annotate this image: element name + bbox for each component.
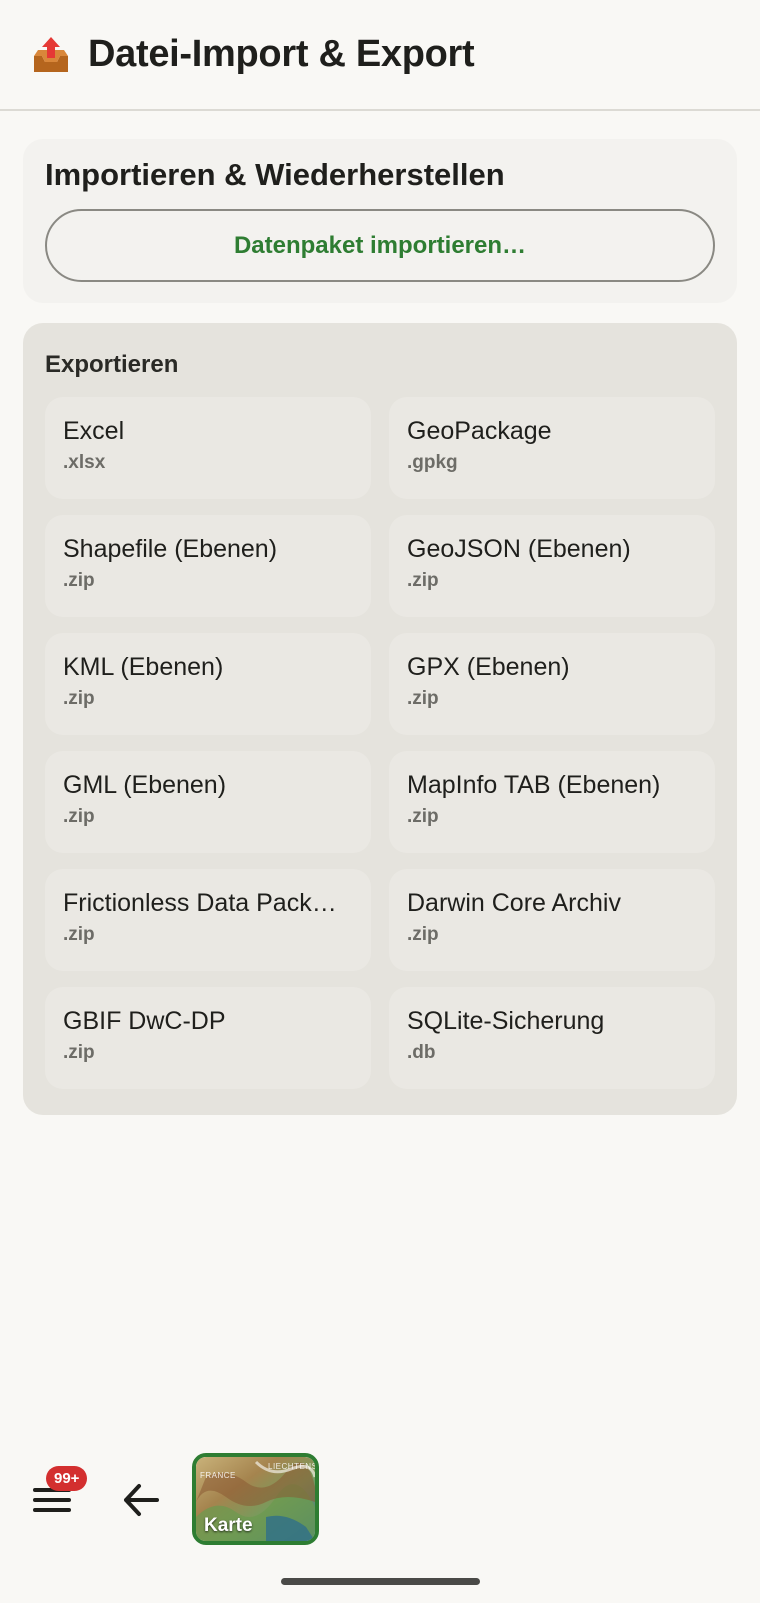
export-item-extension: .zip: [63, 570, 95, 591]
export-item-geojson[interactable]: GeoJSON (Ebenen) .zip: [389, 515, 715, 617]
export-item-label: GPX (Ebenen): [407, 653, 570, 681]
map-place-label: FRANCE: [200, 1471, 236, 1480]
notification-badge: 99+: [46, 1466, 88, 1491]
map-label: Karte: [204, 1515, 253, 1536]
export-item-shapefile[interactable]: Shapefile (Ebenen) .zip: [45, 515, 371, 617]
export-item-kml[interactable]: KML (Ebenen) .zip: [45, 633, 371, 735]
export-item-darwin-core-archive[interactable]: Darwin Core Archiv .zip: [389, 869, 715, 971]
page-title: Datei-Import & Export: [88, 33, 475, 75]
map-preview-button[interactable]: FRANCE LIECHTENS Karte: [192, 1453, 319, 1545]
export-item-excel[interactable]: Excel .xlsx: [45, 397, 371, 499]
export-item-extension: .zip: [63, 806, 95, 827]
home-indicator[interactable]: [281, 1578, 480, 1585]
export-item-label: Frictionless Data Pack…: [63, 889, 337, 917]
export-section: Exportieren Excel .xlsx GeoPackage .gpkg…: [23, 323, 737, 1115]
export-item-sqlite-backup[interactable]: SQLite-Sicherung .db: [389, 987, 715, 1089]
export-item-gml[interactable]: GML (Ebenen) .zip: [45, 751, 371, 853]
export-item-extension: .zip: [63, 688, 95, 709]
hamburger-menu-icon-line: [33, 1498, 71, 1502]
export-item-extension: .zip: [63, 924, 95, 945]
export-item-label: KML (Ebenen): [63, 653, 224, 681]
export-item-label: SQLite-Sicherung: [407, 1007, 605, 1035]
export-item-mapinfo-tab[interactable]: MapInfo TAB (Ebenen) .zip: [389, 751, 715, 853]
export-item-extension: .zip: [63, 1042, 95, 1063]
export-section-title: Exportieren: [45, 351, 179, 378]
export-item-label: Excel: [63, 417, 125, 445]
export-item-label: GBIF DwC-DP: [63, 1007, 226, 1035]
export-item-label: GeoJSON (Ebenen): [407, 535, 631, 563]
export-item-gbif-dwc-dp[interactable]: GBIF DwC-DP .zip: [45, 987, 371, 1089]
export-item-label: Shapefile (Ebenen): [63, 535, 278, 563]
export-item-label: Darwin Core Archiv: [407, 889, 621, 917]
export-item-extension: .xlsx: [63, 452, 106, 473]
export-item-extension: .zip: [407, 570, 439, 591]
export-item-gpx[interactable]: GPX (Ebenen) .zip: [389, 633, 715, 735]
import-data-package-button[interactable]: Datenpaket importieren…: [45, 209, 715, 282]
app-root: Datei-Import & Export Importieren & Wied…: [0, 0, 760, 1603]
hamburger-menu-icon-line: [33, 1508, 71, 1512]
arrow-left-icon[interactable]: [122, 1482, 160, 1518]
menu-button[interactable]: 99+: [30, 1466, 88, 1522]
import-section: Importieren & Wiederherstellen Datenpake…: [23, 139, 737, 303]
export-grid: Excel .xlsx GeoPackage .gpkg Shapefile (…: [45, 397, 715, 1089]
export-item-extension: .zip: [407, 688, 439, 709]
page-header: Datei-Import & Export: [0, 0, 760, 111]
export-item-label: GML (Ebenen): [63, 771, 227, 799]
export-item-label: GeoPackage: [407, 417, 552, 445]
outbox-tray-icon: [34, 36, 68, 72]
export-item-geopackage[interactable]: GeoPackage .gpkg: [389, 397, 715, 499]
export-item-extension: .db: [407, 1042, 436, 1063]
export-item-label: MapInfo TAB (Ebenen): [407, 771, 661, 799]
export-item-extension: .zip: [407, 924, 439, 945]
export-item-extension: .zip: [407, 806, 439, 827]
export-item-frictionless-data-package[interactable]: Frictionless Data Pack… .zip: [45, 869, 371, 971]
export-item-extension: .gpkg: [407, 452, 458, 473]
map-place-label: LIECHTENS: [268, 1462, 318, 1471]
import-section-title: Importieren & Wiederherstellen: [45, 157, 505, 192]
